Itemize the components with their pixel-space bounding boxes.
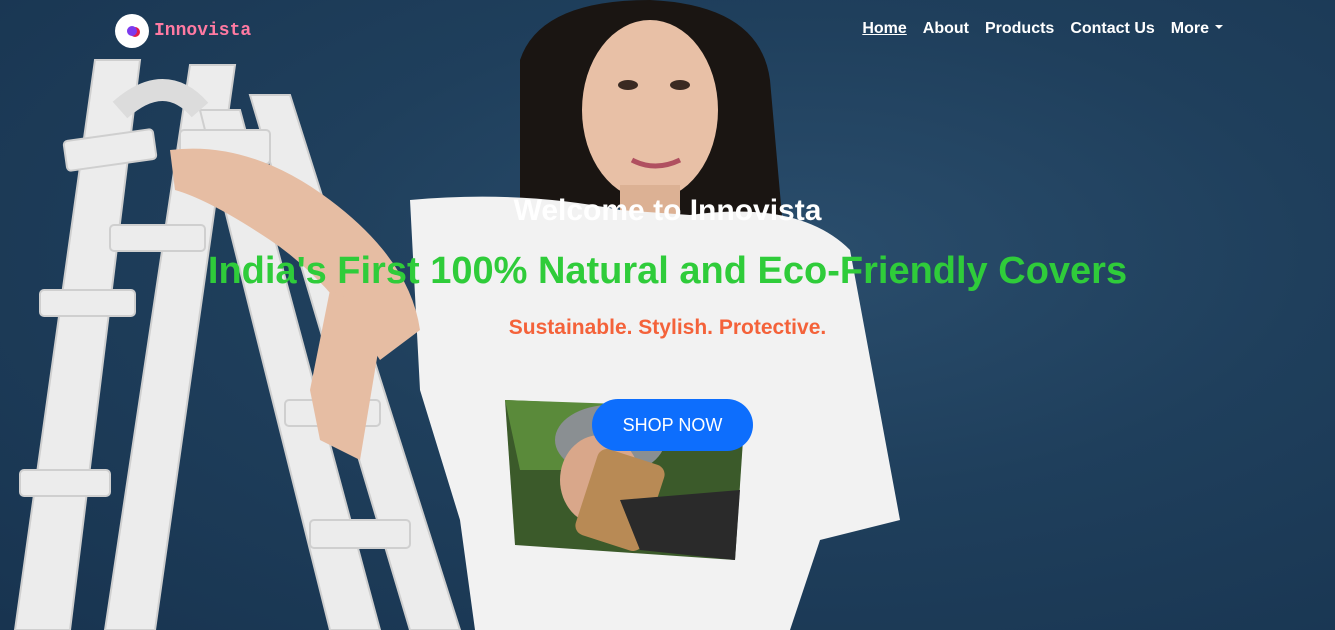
- hero-tagline: India's First 100% Natural and Eco-Frien…: [207, 250, 1128, 292]
- hero-section: Welcome to Innovista India's First 100% …: [0, 0, 1335, 630]
- hero-welcome-heading: Welcome to Innovista: [513, 194, 822, 227]
- hero-subline: Sustainable. Stylish. Protective.: [508, 316, 827, 339]
- shop-now-button[interactable]: SHOP NOW: [592, 399, 753, 451]
